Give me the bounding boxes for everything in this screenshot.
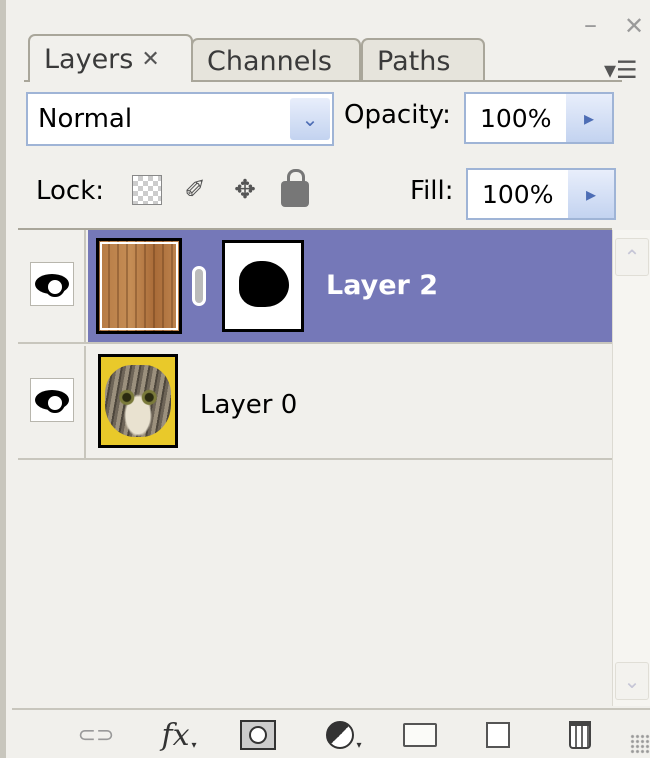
scroll-up-icon[interactable]: ⌃ — [615, 238, 649, 276]
layers-toolbar: ⊂⊃ fx ▾ ▾ — [12, 708, 650, 758]
layer-style-button[interactable]: fx ▾ — [154, 716, 204, 754]
tab-layers-label: Layers — [44, 43, 134, 75]
tab-paths[interactable]: Paths — [361, 38, 485, 82]
layer-list-scrollbar[interactable]: ⌃ ⌄ — [612, 230, 650, 706]
opacity-value: 100% — [480, 103, 552, 133]
opacity-field[interactable]: 100% ▸ — [464, 92, 614, 144]
tab-close-icon[interactable]: ✕ — [141, 47, 159, 72]
panel-tabs: Layers ✕ Channels Paths — [24, 30, 624, 82]
dropdown-triangle-icon: ▾ — [191, 739, 197, 751]
fill-field[interactable]: 100% ▸ — [466, 168, 616, 220]
fx-icon: fx — [161, 717, 190, 753]
tab-layers[interactable]: Layers ✕ — [28, 34, 193, 82]
layer-row-layer-0[interactable]: Layer 0 — [18, 346, 612, 460]
new-group-folder-icon[interactable] — [400, 716, 440, 754]
lock-image-pixels-icon[interactable]: ✐ — [178, 172, 212, 208]
mask-shape — [239, 261, 289, 307]
visibility-cell — [18, 346, 86, 458]
layer-name[interactable]: Layer 2 — [326, 270, 438, 301]
dropdown-triangle-icon: ▾ — [356, 739, 362, 751]
lock-transparent-pixels-icon[interactable] — [130, 172, 164, 208]
add-layer-mask-icon[interactable] — [236, 716, 280, 754]
layer-list: Layer 2 Layer 0 — [18, 228, 612, 706]
cat-image — [105, 365, 171, 437]
layer-thumbnail-cat[interactable] — [98, 354, 178, 448]
layer-row-layer-2[interactable]: Layer 2 — [18, 230, 612, 344]
tab-paths-label: Paths — [377, 45, 451, 77]
eye-icon — [35, 274, 69, 297]
tab-channels-label: Channels — [207, 45, 332, 77]
mask-link-icon[interactable] — [192, 266, 206, 306]
fill-slider-arrow-icon[interactable]: ▸ — [568, 170, 614, 218]
opacity-slider-arrow-icon[interactable]: ▸ — [566, 94, 612, 142]
layers-panel: – ✕ Layers ✕ Channels Paths ▾☰ Normal ⌄ … — [0, 0, 650, 758]
blend-mode-select[interactable]: Normal ⌄ — [26, 92, 334, 146]
delete-layer-trash-icon[interactable] — [560, 716, 600, 754]
layer-name[interactable]: Layer 0 — [200, 390, 297, 420]
visibility-toggle[interactable] — [30, 262, 74, 306]
lock-label: Lock: — [36, 176, 105, 206]
layer-thumbnail-wood[interactable] — [96, 238, 182, 334]
visibility-toggle[interactable] — [30, 378, 74, 422]
layer-mask-thumbnail[interactable] — [222, 240, 304, 332]
panel-menu-icon[interactable]: ▾☰ — [604, 56, 638, 84]
layer-row-body[interactable]: Layer 0 — [88, 346, 612, 458]
blend-mode-value: Normal — [38, 104, 133, 134]
link-layers-icon[interactable]: ⊂⊃ — [70, 716, 122, 754]
adjustment-layer-button[interactable]: ▾ — [318, 716, 370, 754]
tab-channels[interactable]: Channels — [191, 38, 361, 82]
new-layer-icon[interactable] — [478, 716, 518, 754]
lock-all-icon[interactable] — [278, 169, 312, 208]
resize-grip-icon[interactable] — [630, 734, 650, 754]
fill-value: 100% — [482, 179, 554, 209]
eye-icon — [35, 390, 69, 413]
adjustment-layer-icon — [326, 721, 355, 749]
lock-position-icon[interactable]: ✥ — [228, 172, 262, 208]
opacity-label: Opacity: — [344, 100, 451, 130]
visibility-cell — [18, 230, 86, 342]
close-icon[interactable]: ✕ — [624, 14, 644, 38]
layer-row-body[interactable]: Layer 2 — [88, 230, 612, 342]
scroll-down-icon[interactable]: ⌄ — [615, 662, 649, 700]
fill-label: Fill: — [410, 176, 454, 206]
chevron-down-icon[interactable]: ⌄ — [290, 98, 330, 140]
